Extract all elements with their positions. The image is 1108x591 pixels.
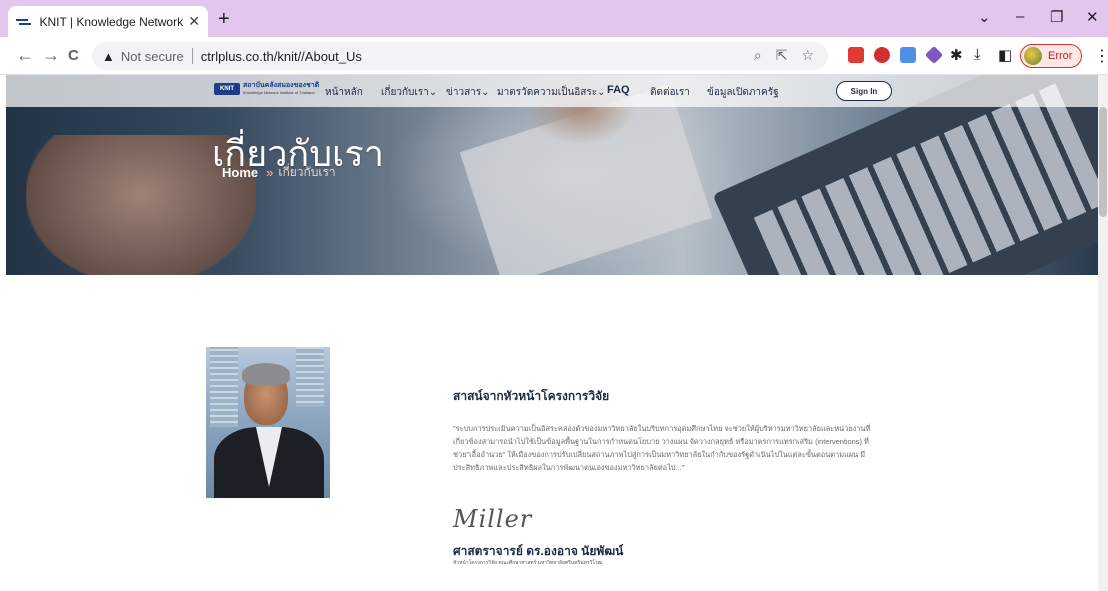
new-tab-button[interactable]: +	[218, 8, 230, 31]
browser-tab[interactable]: KNIT | Knowledge Network Instit ✕	[8, 6, 208, 37]
site-favicon-icon	[16, 17, 32, 27]
browser-tab-bar: KNIT | Knowledge Network Instit ✕ + ⌄ – …	[0, 0, 1108, 37]
page-viewport: เกี่ยวกับเรา Home » เกี่ยวกับเรา KNIT สถ…	[0, 75, 1108, 591]
address-bar-actions: ⌕ ⇱ ☆	[754, 47, 814, 64]
sign-in-button[interactable]: Sign In	[836, 81, 892, 101]
tab-close-icon[interactable]: ✕	[188, 13, 200, 30]
address-bar[interactable]: ▲ Not secure ctrlplus.co.th/knit//About_…	[92, 42, 828, 70]
bookmark-star-icon[interactable]: ☆	[801, 47, 814, 64]
logo-mark: KNIT	[214, 82, 240, 95]
logo-thai-name: สถาบันคลังสมองของชาติ	[243, 82, 320, 89]
site-logo[interactable]: KNIT สถาบันคลังสมองของชาติ Knowledge Net…	[214, 82, 319, 95]
logo-english-name: Knowledge Network Institute of Thailand	[243, 90, 315, 95]
warning-icon: ▲	[102, 48, 115, 64]
breadcrumb: Home » เกี่ยวกับเรา	[222, 163, 336, 182]
nav-autonomy-index-label: มาตรวัดความเป็นอิสระ	[497, 87, 598, 98]
zoom-icon[interactable]: ⌕	[754, 47, 762, 64]
extension-translate-icon[interactable]	[900, 47, 916, 63]
browser-toolbar: ← → C ▲ Not secure ctrlplus.co.th/knit//…	[0, 37, 1108, 75]
nav-news[interactable]: ข่าวสาร⌄	[446, 85, 490, 100]
browser-menu-icon[interactable]: ⋮	[1094, 46, 1108, 66]
chevron-down-icon: ⌄	[597, 87, 606, 98]
back-button[interactable]: ←	[16, 45, 34, 66]
not-secure-label[interactable]: Not secure	[121, 49, 184, 64]
photo-building	[210, 347, 238, 427]
nav-open-data[interactable]: ข้อมูลเปิดภาครัฐ	[707, 85, 779, 100]
logo-text: สถาบันคลังสมองของชาติ Knowledge Network …	[243, 82, 319, 95]
tab-search-dropdown-icon[interactable]: ⌄	[978, 8, 991, 26]
tab-title: KNIT | Knowledge Network Instit	[39, 14, 184, 29]
reload-button[interactable]: C	[68, 47, 79, 64]
nav-home[interactable]: หน้าหลัก	[325, 85, 363, 100]
profile-error-button[interactable]: Error	[1020, 44, 1082, 68]
address-separator	[191, 48, 193, 64]
nav-autonomy-index[interactable]: มาตรวัดความเป็นอิสระ⌄	[497, 85, 606, 100]
chevron-down-icon: ⌄	[481, 87, 490, 98]
page-scrollbar[interactable]	[1098, 75, 1108, 591]
signer-title: หัวหน้าโครงการวิจัย คณะศึกษาศาสตร์ มหาวิ…	[453, 560, 603, 566]
profile-error-label: Error	[1048, 50, 1073, 62]
nav-about-label: เกี่ยวกับเรา	[381, 87, 429, 98]
chevron-down-icon: ⌄	[428, 87, 438, 98]
extension-diamond-icon[interactable]	[924, 45, 944, 65]
nav-faq[interactable]: FAQ	[607, 84, 630, 96]
nav-about[interactable]: เกี่ยวกับเรา⌄	[381, 85, 437, 100]
nav-news-label: ข่าวสาร	[446, 87, 482, 98]
message-heading: สาสน์จากหัวหน้าโครงการวิจัย	[453, 389, 610, 403]
scrollbar-thumb[interactable]	[1099, 107, 1107, 217]
breadcrumb-home-link[interactable]: Home	[222, 165, 258, 180]
researcher-photo	[206, 347, 330, 498]
breadcrumb-separator: »	[266, 165, 274, 180]
download-icon[interactable]: ⤓	[974, 46, 981, 63]
photo-building	[296, 347, 324, 407]
close-window-button[interactable]: ✕	[1086, 8, 1099, 26]
breadcrumb-current: เกี่ยวกับเรา	[278, 165, 336, 179]
forward-button[interactable]: →	[42, 45, 60, 66]
profile-avatar	[1024, 47, 1042, 65]
nav-contact[interactable]: ติดต่อเรา	[650, 85, 690, 100]
extension-red-icon[interactable]	[848, 47, 864, 63]
extensions-puzzle-icon[interactable]: ✱	[950, 46, 963, 64]
share-icon[interactable]: ⇱	[776, 47, 788, 64]
extension-opera-icon[interactable]	[874, 47, 890, 63]
site-header: KNIT สถาบันคลังสมองของชาติ Knowledge Net…	[0, 75, 1098, 107]
url-text[interactable]: ctrlplus.co.th/knit//About_Us	[201, 49, 362, 64]
message-quote: "ระบบการประเมินความเป็นอิสระคล่องตัวของม…	[453, 424, 871, 472]
photo-hair	[242, 363, 290, 385]
signature-image: Miller	[453, 505, 533, 533]
maximize-button[interactable]: ❐	[1050, 8, 1063, 26]
side-panel-icon[interactable]: ◧	[998, 46, 1012, 64]
minimize-button[interactable]: –	[1016, 8, 1024, 25]
